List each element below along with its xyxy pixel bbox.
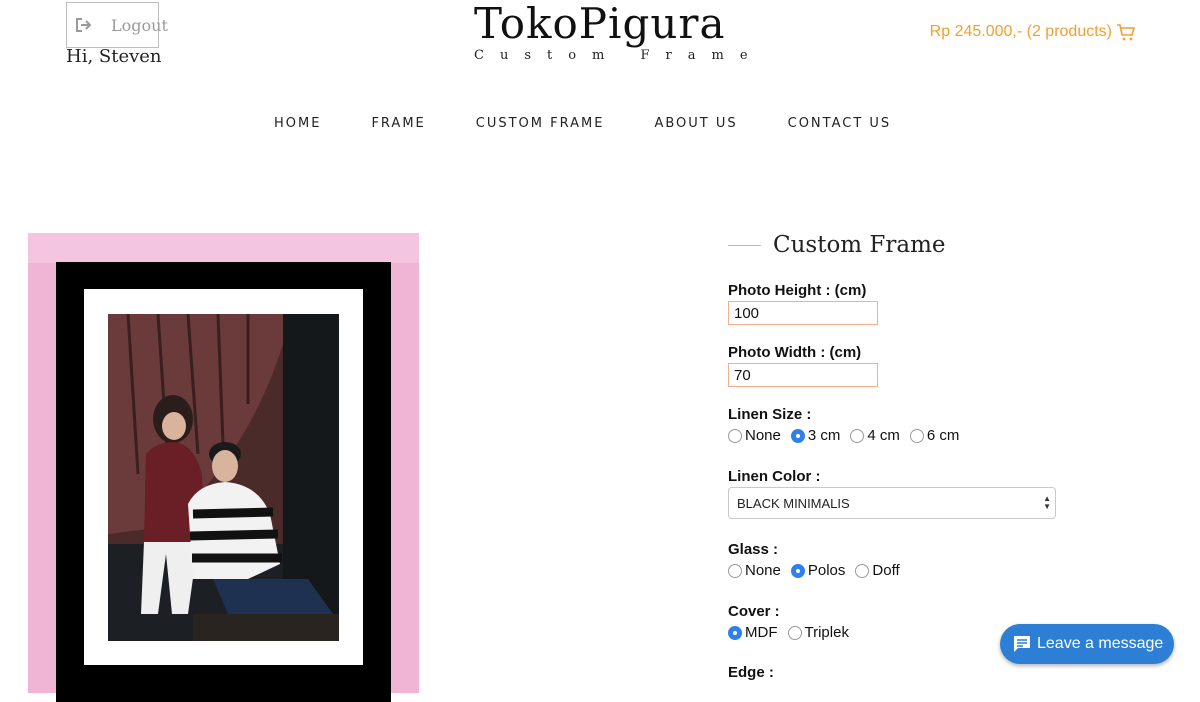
cart-summary[interactable]: Rp 245.000,- (2 products) [930, 22, 1136, 42]
radio-icon [728, 625, 742, 640]
glass-label: Glass : [728, 541, 779, 558]
radio-icon [855, 563, 870, 578]
radio-label: 6 cm [926, 427, 960, 444]
radio-icon [787, 625, 802, 640]
cover-triplek[interactable]: Triplek [787, 624, 849, 641]
photo-width-input[interactable] [728, 363, 878, 387]
nav-contact-us[interactable]: CONTACT US [788, 116, 892, 131]
radio-icon [728, 563, 742, 578]
nav-custom-frame[interactable]: CUSTOM FRAME [476, 116, 605, 131]
title-divider [728, 244, 761, 246]
leave-message-button[interactable]: Leave a message [1000, 624, 1174, 664]
select-arrows-icon: ▲ ▼ [1043, 494, 1051, 511]
radio-label: MDF [745, 624, 778, 641]
linen-color-label: Linen Color : [728, 468, 821, 485]
radio-icon [909, 428, 924, 443]
frame-bevel [28, 233, 419, 263]
linen-size-3cm[interactable]: 3 cm [790, 427, 841, 444]
linen-size-label: Linen Size : [728, 406, 812, 423]
radio-label: Doff [872, 562, 900, 579]
cart-icon [1116, 22, 1136, 42]
user-greeting: Hi, Steven [66, 46, 162, 67]
glass-none[interactable]: None [728, 562, 781, 579]
logout-icon [73, 15, 93, 35]
nav-home[interactable]: HOME [274, 116, 321, 131]
frame-photo [108, 314, 339, 641]
chat-label: Leave a message [1037, 635, 1164, 652]
linen-size-options: None 3 cm 4 cm 6 cm [728, 427, 969, 444]
radio-label: Polos [807, 562, 846, 579]
radio-label: None [745, 562, 781, 579]
radio-icon [850, 428, 865, 443]
radio-icon [728, 428, 742, 443]
custom-frame-form: Custom Frame Photo Height : (cm) Photo W… [728, 228, 1148, 681]
cover-mdf[interactable]: MDF [728, 624, 778, 641]
glass-doff[interactable]: Doff [855, 562, 900, 579]
brand-name: TokoPigura [474, 0, 726, 48]
linen-size-6cm[interactable]: 6 cm [909, 427, 960, 444]
linen-color-value: BLACK MINIMALIS [737, 495, 850, 511]
cover-label: Cover : [728, 603, 780, 620]
main-nav: HOME FRAME CUSTOM FRAME ABOUT US CONTACT… [274, 116, 941, 131]
logout-label: Logout [111, 15, 168, 35]
radio-icon [790, 428, 805, 443]
form-title: Custom Frame [773, 232, 946, 258]
radio-label: 3 cm [807, 427, 841, 444]
radio-label: 4 cm [867, 427, 900, 444]
radio-label: Triplek [804, 624, 849, 641]
form-header: Custom Frame [728, 228, 1148, 262]
photo-height-input[interactable] [728, 301, 878, 325]
glass-options: None Polos Doff [728, 562, 910, 579]
photo-width-label: Photo Width : (cm) [728, 344, 862, 361]
brand-logo[interactable]: TokoPigura Custom Frame [474, 0, 764, 63]
radio-icon [790, 563, 805, 578]
cart-text: Rp 245.000,- (2 products) [929, 23, 1112, 40]
linen-color-select[interactable]: BLACK MINIMALIS ▲ ▼ [728, 487, 1056, 519]
chat-bubble-icon [1012, 634, 1032, 654]
radio-label: None [745, 427, 781, 444]
photo-height-label: Photo Height : (cm) [728, 282, 867, 299]
brand-tagline: Custom Frame [474, 48, 764, 63]
linen-size-none[interactable]: None [728, 427, 781, 444]
nav-frame[interactable]: FRAME [371, 116, 425, 131]
glass-polos[interactable]: Polos [790, 562, 846, 579]
edge-label: Edge : [728, 664, 774, 681]
cover-options: MDF Triplek [728, 624, 859, 641]
logout-button[interactable]: Logout [66, 2, 168, 48]
linen-size-4cm[interactable]: 4 cm [850, 427, 900, 444]
frame-preview [28, 233, 419, 702]
nav-about-us[interactable]: ABOUT US [654, 116, 737, 131]
